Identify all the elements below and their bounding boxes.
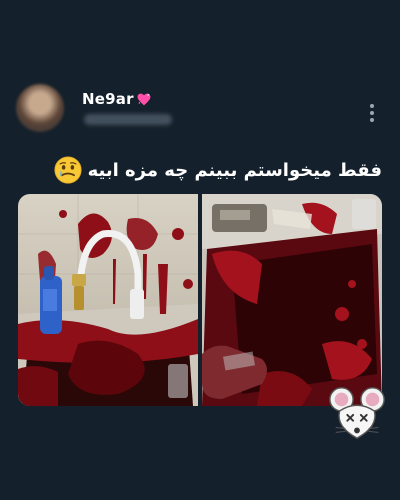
blood-splattered-sink-photo-left[interactable] — [18, 194, 198, 406]
author-avatar[interactable] — [16, 84, 64, 132]
sink-photo-right-image — [202, 194, 382, 406]
tearful-smile-emoji-icon — [54, 156, 82, 184]
tweet-post: Ne9ar فقط میخواستم ببینم چه مزه ابیه — [0, 0, 400, 500]
pink-heart-icon — [137, 93, 151, 105]
sink-photo-left-image — [18, 194, 198, 406]
author-username-blurred — [84, 114, 172, 125]
tweet-text-row: فقط میخواستم ببینم چه مزه ابیه — [54, 154, 382, 186]
mouse-sticker-icon — [329, 387, 385, 440]
author-display-name[interactable]: Ne9ar — [82, 90, 134, 108]
author-name-row[interactable]: Ne9ar — [82, 88, 151, 110]
tweet-text: فقط میخواستم ببینم چه مزه ابیه — [87, 159, 382, 181]
more-options-icon[interactable] — [362, 102, 382, 124]
blood-filled-sink-photo-right[interactable] — [202, 194, 382, 406]
